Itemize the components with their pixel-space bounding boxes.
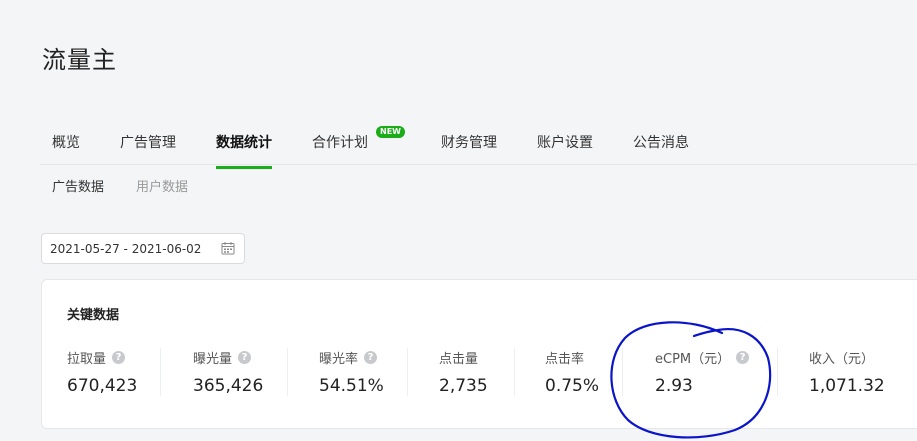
key-data-title: 关键数据 [67, 308, 120, 323]
help-icon[interactable]: ? [238, 351, 252, 364]
subtab-user-data[interactable]: 用户数据 [136, 176, 188, 195]
metric-value: 2.93 [655, 376, 693, 396]
metric-impression-rate: 曝光率? 54.51% [319, 348, 384, 396]
tab-announcements[interactable]: 公告消息 [633, 132, 689, 166]
metric-value: 365,426 [193, 376, 264, 396]
new-badge: NEW [376, 126, 405, 138]
metric-value: 0.75% [545, 376, 600, 396]
divider [514, 348, 515, 396]
metric-impressions: 曝光量? 365,426 [193, 348, 263, 396]
tab-cooperation-plan[interactable]: 合作计划 NEW [312, 126, 405, 166]
metric-label: 拉取量 [67, 352, 107, 367]
tab-data-statistics[interactable]: 数据统计 [216, 132, 272, 169]
main-tabs: 概览 广告管理 数据统计 合作计划 NEW 财务管理 账户设置 公告消息 [40, 120, 917, 169]
tab-overview[interactable]: 概览 [52, 132, 80, 166]
metric-label: 点击量 [439, 352, 479, 367]
tab-ad-management[interactable]: 广告管理 [120, 132, 176, 166]
help-icon[interactable]: ? [364, 351, 378, 364]
divider [407, 348, 408, 396]
divider [160, 348, 161, 396]
tab-finance[interactable]: 财务管理 [441, 132, 497, 166]
key-data-card: 关键数据 拉取量? 670,423 曝光量? 365,426 曝光率? 54.5… [41, 279, 917, 429]
calendar-icon [221, 242, 235, 255]
metric-label: 曝光率 [319, 352, 359, 367]
metric-clicks: 点击量 2,735 [439, 348, 488, 396]
help-icon[interactable]: ? [736, 351, 750, 364]
subtab-ad-data[interactable]: 广告数据 [52, 176, 104, 195]
page-title: 流量主 [42, 46, 117, 74]
date-range-value: 2021-05-27 - 2021-06-02 [50, 241, 202, 256]
divider [287, 348, 288, 396]
metric-ecpm: eCPM（元）? 2.93 [655, 348, 750, 396]
metric-label: eCPM（元） [655, 352, 731, 367]
tab-cooperation-plan-label: 合作计划 [312, 135, 368, 151]
metric-click-rate: 点击率 0.75% [545, 348, 599, 396]
metric-label: 点击率 [545, 352, 585, 367]
metric-value: 670,423 [67, 376, 138, 396]
help-icon[interactable]: ? [112, 351, 126, 364]
metric-label: 收入（元） [809, 352, 875, 367]
metric-value: 54.51% [319, 376, 384, 396]
divider [777, 348, 778, 396]
metric-label: 曝光量 [193, 352, 233, 367]
metric-value: 2,735 [439, 376, 488, 396]
metric-revenue: 收入（元） 1,071.32 [809, 348, 885, 396]
date-range-picker[interactable]: 2021-05-27 - 2021-06-02 [41, 233, 245, 264]
divider [622, 348, 623, 396]
tab-account-settings[interactable]: 账户设置 [537, 132, 593, 166]
metric-value: 1,071.32 [809, 376, 885, 396]
metric-requests: 拉取量? 670,423 [67, 348, 137, 396]
